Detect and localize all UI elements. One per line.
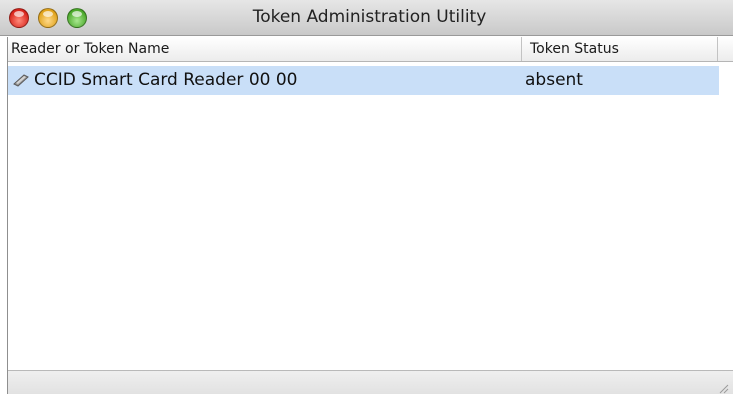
window-title: Token Administration Utility: [252, 7, 487, 27]
token-status-cell: absent: [525, 70, 583, 90]
token-admin-window: Token Administration Utility Reader or T…: [0, 0, 733, 394]
column-header-name[interactable]: Reader or Token Name: [8, 37, 522, 61]
smart-card-reader-icon: [12, 72, 30, 88]
title-bar[interactable]: Token Administration Utility: [0, 0, 733, 36]
reader-name-cell: CCID Smart Card Reader 00 00: [34, 70, 298, 90]
table-header: Reader or Token Name Token Status: [8, 37, 733, 62]
status-bar: [8, 370, 733, 394]
table-row[interactable]: CCID Smart Card Reader 00 00 absent: [8, 66, 719, 95]
column-header-status[interactable]: Token Status: [522, 37, 718, 61]
resize-grip-icon[interactable]: [717, 379, 729, 394]
